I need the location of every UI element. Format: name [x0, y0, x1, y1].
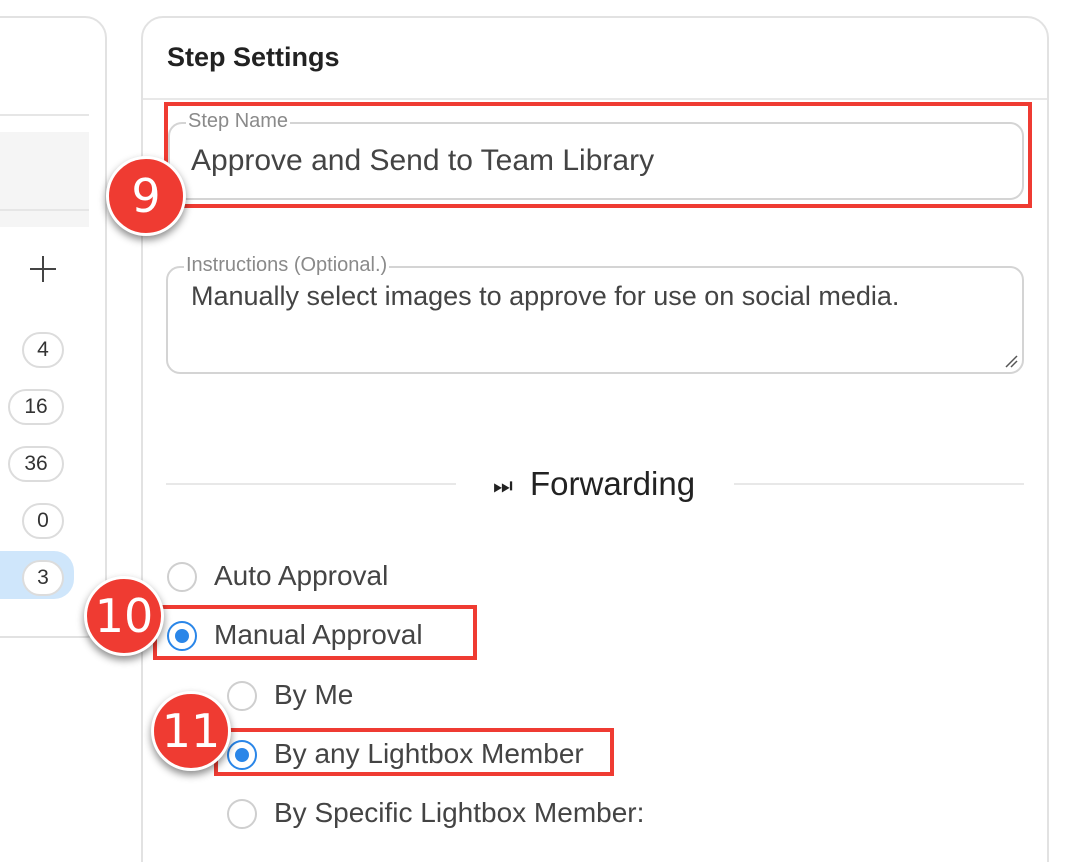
section-divider [166, 483, 456, 485]
callout-badge-9: 9 [106, 156, 186, 236]
instructions-value: Manually select images to approve for us… [191, 281, 900, 311]
left-panel [0, 16, 107, 638]
count-badge: 4 [22, 332, 64, 368]
by-specific-member-radio[interactable] [227, 799, 257, 829]
by-me-label[interactable]: By Me [274, 679, 353, 711]
plus-icon[interactable] [30, 256, 56, 282]
instructions-label: Instructions (Optional.) [184, 254, 390, 277]
count-badge: 3 [22, 560, 64, 596]
header-divider [143, 98, 1047, 100]
auto-approval-label[interactable]: Auto Approval [214, 560, 388, 592]
left-gray-section [0, 132, 89, 227]
panel-title: Step Settings [167, 42, 340, 72]
highlight-step-name [164, 102, 1032, 208]
left-divider [0, 114, 89, 116]
by-specific-member-label[interactable]: By Specific Lightbox Member: [274, 797, 644, 829]
count-badge: 16 [8, 389, 64, 425]
left-divider [0, 209, 89, 211]
resize-grip-icon[interactable] [1004, 354, 1018, 368]
highlight-manual-approval [153, 605, 477, 660]
section-divider [734, 483, 1024, 485]
callout-badge-11: 11 [151, 691, 231, 771]
auto-approval-radio[interactable] [167, 562, 197, 592]
count-badge: 0 [22, 503, 64, 539]
by-me-radio[interactable] [227, 681, 257, 711]
instructions-textarea[interactable]: Instructions (Optional.) Manually select… [166, 254, 1024, 374]
highlight-any-member [214, 728, 614, 776]
forwarding-heading: Forwarding [530, 465, 696, 502]
fast-forward-icon: ⏭ [493, 473, 513, 498]
callout-badge-10: 10 [84, 576, 164, 656]
count-badge: 36 [8, 446, 64, 482]
